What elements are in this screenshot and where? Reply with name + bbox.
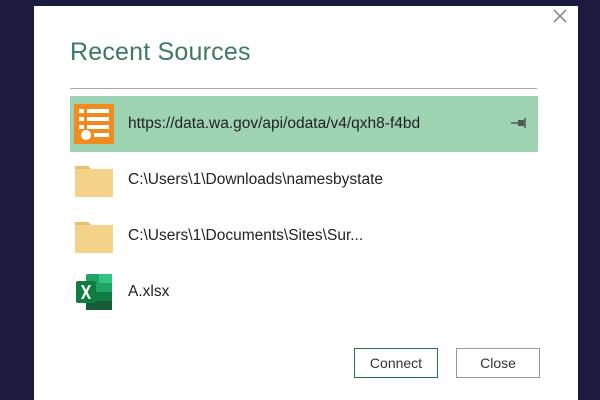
- source-item-odata[interactable]: https://data.wa.gov/api/odata/v4/qxh8-f4…: [70, 96, 538, 152]
- source-item-label: C:\Users\1\Downloads\namesbystate: [128, 171, 384, 188]
- excel-icon: [72, 270, 116, 314]
- source-item-folder[interactable]: C:\Users\1\Downloads\namesbystate: [70, 152, 538, 208]
- title-divider: [70, 88, 537, 89]
- recent-sources-list: https://data.wa.gov/api/odata/v4/qxh8-f4…: [70, 96, 538, 320]
- source-item-label: C:\Users\1\Documents\Sites\Sur...: [128, 227, 364, 244]
- recent-sources-dialog: Recent Sources https://data.wa.gov/api/o…: [34, 6, 578, 400]
- backdrop: Recent Sources https://data.wa.gov/api/o…: [0, 0, 600, 400]
- dialog-title: Recent Sources: [70, 38, 251, 66]
- pin-icon[interactable]: [510, 116, 528, 130]
- source-item-label: https://data.wa.gov/api/odata/v4/qxh8-f4…: [128, 115, 421, 132]
- source-item-label: A.xlsx: [128, 283, 170, 300]
- odata-feed-icon: [72, 102, 116, 146]
- folder-icon: [72, 158, 116, 202]
- close-x-icon[interactable]: [548, 4, 572, 28]
- connect-button[interactable]: Connect: [354, 348, 438, 378]
- source-item-folder[interactable]: C:\Users\1\Documents\Sites\Sur...: [70, 208, 538, 264]
- folder-icon: [72, 214, 116, 258]
- close-button[interactable]: Close: [456, 348, 540, 378]
- source-item-excel[interactable]: A.xlsx: [70, 264, 538, 320]
